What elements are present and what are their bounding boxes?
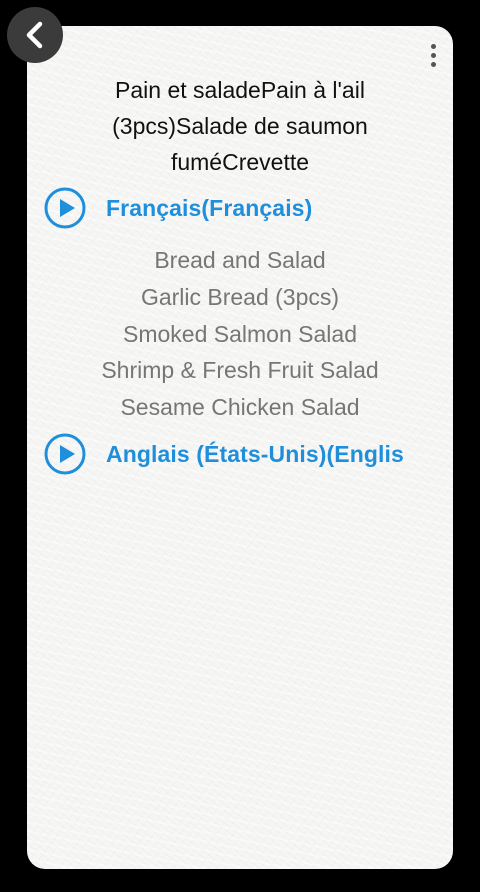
translation-list: Bread and Salad Garlic Bread (3pcs) Smok… <box>27 242 453 426</box>
translation-line: Sesame Chicken Salad <box>120 394 360 421</box>
translation-line: Shrimp & Fresh Fruit Salad <box>101 357 379 384</box>
back-button[interactable] <box>7 7 63 63</box>
translation-line: Garlic Bread (3pcs) <box>140 283 340 310</box>
more-options-button[interactable] <box>423 38 443 72</box>
translation-card: Pain et saladePain à l'ail (3pcs)Salade … <box>27 26 453 869</box>
source-language-label: Français(Français) <box>106 194 313 221</box>
play-source-audio-button[interactable]: Français(Français) <box>44 185 312 231</box>
translation-line: Bread and Salad <box>154 247 326 273</box>
more-vertical-icon <box>430 43 436 49</box>
source-text: Pain et saladePain à l'ail (3pcs)Salade … <box>112 77 368 175</box>
play-circle-icon <box>44 187 86 229</box>
chevron-left-icon <box>26 21 43 49</box>
play-circle-icon <box>44 433 86 475</box>
play-target-audio-button[interactable]: Anglais (États-Unis)(Englis <box>44 431 404 477</box>
translation-line: Smoked Salmon Salad <box>123 320 357 347</box>
app-screen: Pain et saladePain à l'ail (3pcs)Salade … <box>0 0 480 892</box>
target-language-label: Anglais (États-Unis)(Englis <box>106 440 404 467</box>
